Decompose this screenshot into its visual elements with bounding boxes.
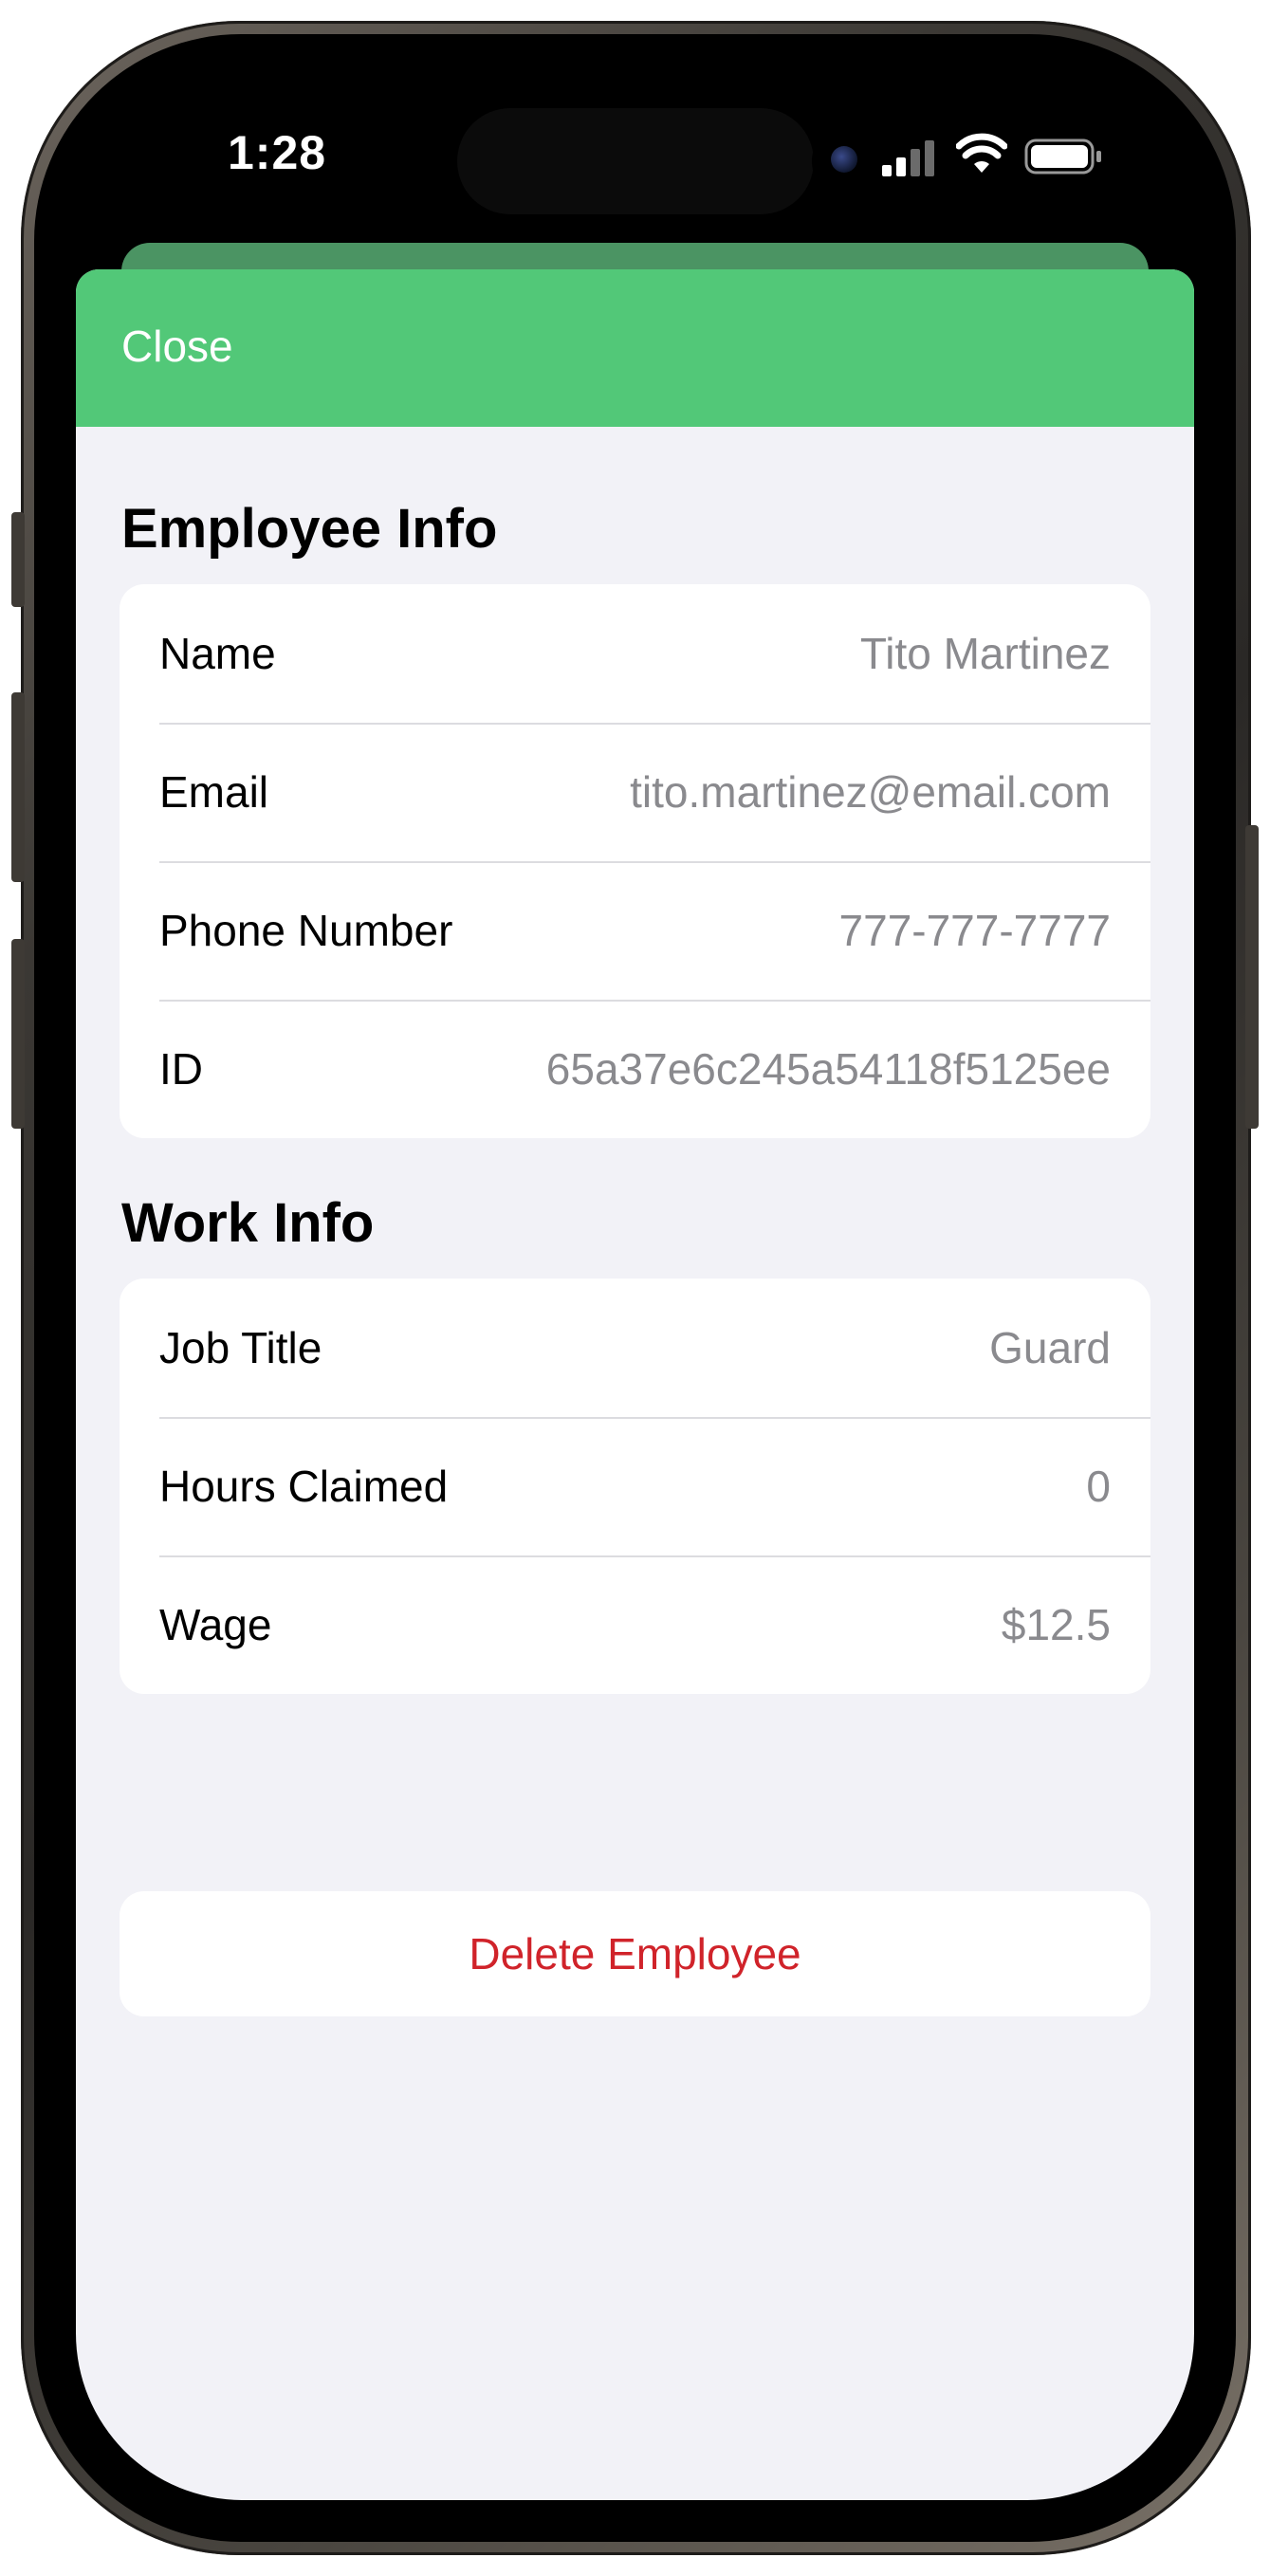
row-value: 65a37e6c245a54118f5125ee: [545, 1044, 1111, 1094]
row-label: ID: [159, 1044, 203, 1094]
row-label: Phone Number: [159, 906, 453, 955]
delete-employee-button[interactable]: Delete Employee: [120, 1891, 1150, 2016]
dynamic-island: [457, 108, 814, 214]
status-bar: 1:28: [76, 76, 1194, 247]
camera-lens: [831, 146, 857, 173]
row-value: 777-777-7777: [838, 906, 1111, 955]
name-row[interactable]: Name Tito Martinez: [120, 584, 1150, 723]
row-label: Job Title: [159, 1323, 322, 1372]
action-button: [11, 512, 25, 607]
screen: 1:28 Close Employee Info Name Tito Marti…: [76, 76, 1194, 2500]
row-label: Name: [159, 629, 276, 678]
row-value: 0: [1086, 1462, 1111, 1511]
close-button[interactable]: Close: [121, 321, 233, 372]
work-info-header: Work Info: [121, 1192, 375, 1254]
nav-bar: Close: [76, 269, 1194, 427]
job-title-row[interactable]: Job Title Guard: [120, 1279, 1150, 1417]
hours-claimed-row[interactable]: Hours Claimed 0: [120, 1417, 1150, 1555]
row-label: Hours Claimed: [159, 1462, 449, 1511]
volume-down-button: [11, 939, 25, 1129]
row-label: Email: [159, 767, 269, 817]
status-time: 1:28: [228, 126, 327, 179]
row-value: $12.5: [1001, 1600, 1111, 1649]
employee-info-group: Name Tito Martinez Email tito.martinez@e…: [120, 584, 1150, 1138]
phone-number-row[interactable]: Phone Number 777-777-7777: [120, 861, 1150, 1000]
volume-up-button: [11, 692, 25, 882]
row-label: Wage: [159, 1600, 272, 1649]
row-value: Guard: [989, 1323, 1111, 1372]
email-row[interactable]: Email tito.martinez@email.com: [120, 723, 1150, 861]
work-info-group: Job Title Guard Hours Claimed 0 Wage $12…: [120, 1279, 1150, 1694]
battery-icon: [1024, 138, 1101, 175]
row-value: tito.martinez@email.com: [630, 767, 1111, 817]
wage-row[interactable]: Wage $12.5: [120, 1555, 1150, 1694]
row-value: Tito Martinez: [859, 629, 1111, 678]
cellular-signal-icon: [882, 138, 939, 176]
id-row[interactable]: ID 65a37e6c245a54118f5125ee: [120, 1000, 1150, 1138]
wifi-icon: [956, 133, 1007, 173]
employee-detail-sheet: Close Employee Info Name Tito Martinez E…: [76, 269, 1194, 2500]
power-button: [1245, 825, 1259, 1129]
employee-info-header: Employee Info: [121, 498, 498, 560]
